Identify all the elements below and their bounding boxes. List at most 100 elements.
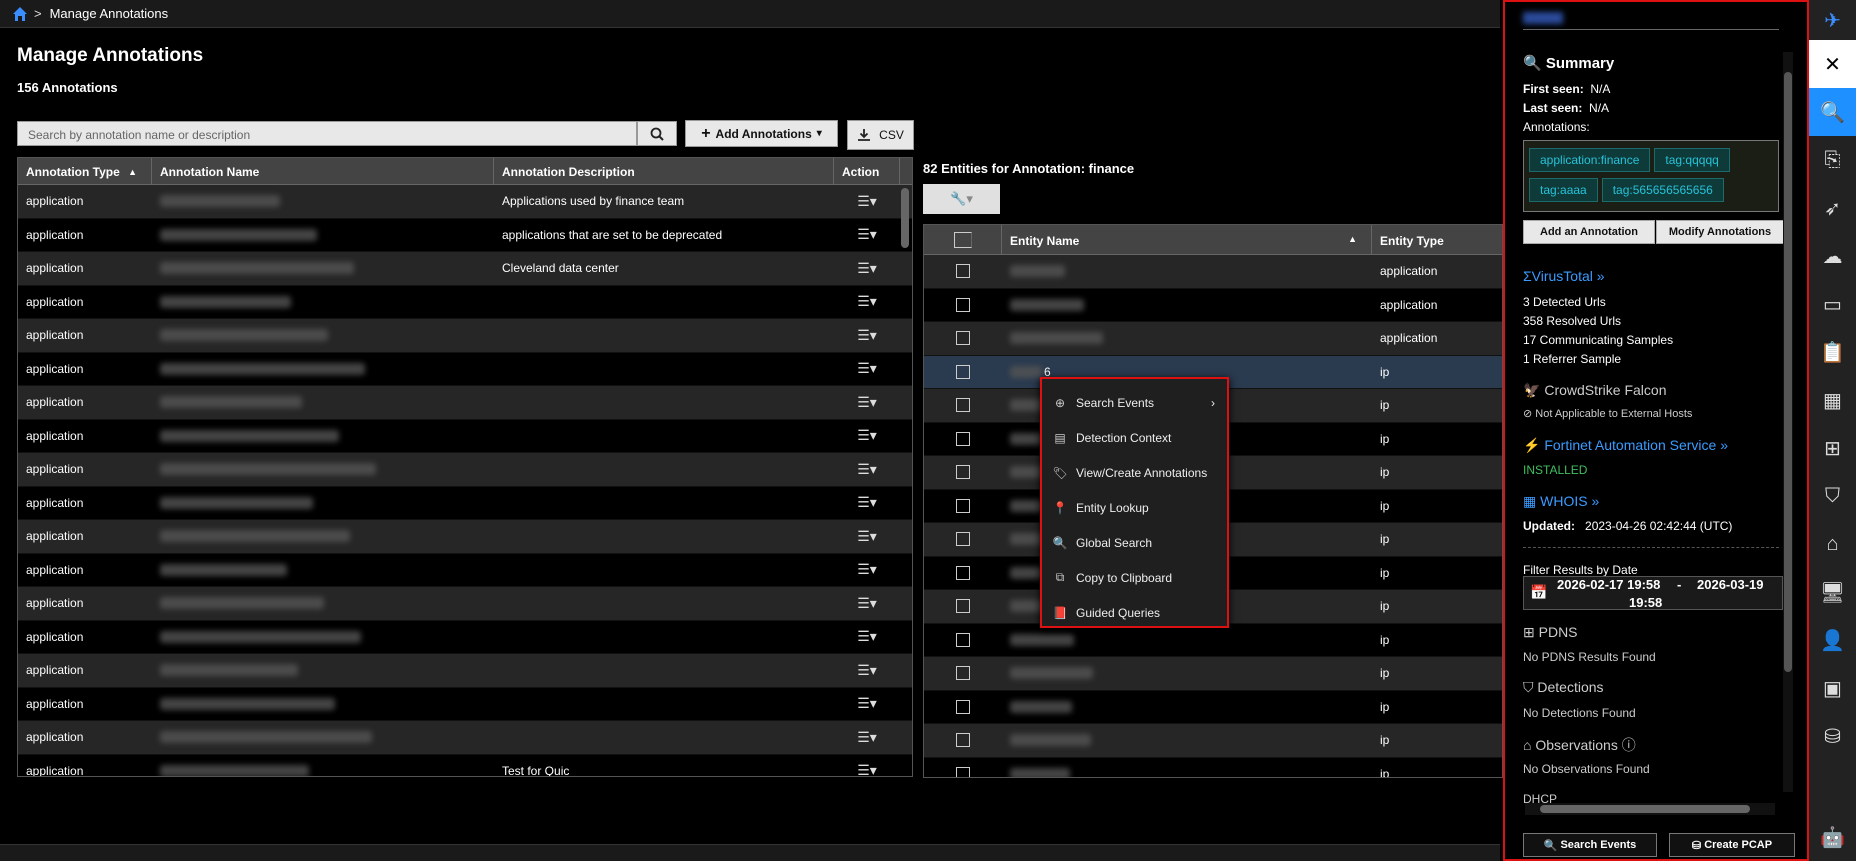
entity-row[interactable]: application (924, 322, 1502, 356)
entity-row[interactable]: ip (924, 690, 1502, 724)
table-row[interactable]: application ☰▾ (18, 319, 912, 353)
annotation-name-cell[interactable] (152, 429, 494, 442)
entity-name-cell[interactable] (1002, 667, 1372, 680)
shield-icon[interactable]: ⛉ (1809, 472, 1856, 520)
pin-off-icon[interactable]: ✈ (1809, 0, 1856, 40)
annotation-name-cell[interactable] (152, 530, 494, 543)
panel-vertical-scrollbar[interactable] (1783, 52, 1793, 792)
info-icon[interactable]: ⓘ (1622, 737, 1636, 753)
menu-item-search-events[interactable]: ⊕ Search Events › (1042, 385, 1227, 420)
action-menu-cell[interactable]: ☰▾ (834, 260, 900, 277)
action-menu-cell[interactable]: ☰▾ (834, 360, 900, 377)
cloud-gear-icon[interactable]: ☁ (1809, 232, 1856, 280)
cast-icon[interactable]: ⎘ (1809, 136, 1856, 184)
home-icon[interactable] (12, 6, 28, 22)
row-checkbox[interactable] (956, 599, 970, 614)
action-menu-icon[interactable]: ☰▾ (857, 461, 877, 478)
action-menu-cell[interactable]: ☰▾ (834, 561, 900, 578)
table-row[interactable]: application Applications used by finance … (18, 185, 912, 219)
table-row[interactable]: application Test for Quic ☰▾ (18, 754, 912, 776)
search-events-button[interactable]: 🔍 Search Events (1523, 833, 1657, 857)
menu-item-detection-context[interactable]: ▤ Detection Context (1042, 420, 1227, 455)
tag-chip[interactable]: tag:qqqqq (1654, 148, 1730, 172)
storage-icon[interactable]: ⛁ (1809, 712, 1856, 760)
action-menu-cell[interactable]: ☰▾ (834, 628, 900, 645)
action-menu-cell[interactable]: ☰▾ (834, 293, 900, 310)
table-row[interactable]: application ☰▾ (18, 419, 912, 453)
row-checkbox[interactable] (956, 699, 970, 714)
add-annotation-button[interactable]: Add an Annotation (1523, 220, 1655, 244)
header-entity-name[interactable]: Entity Name ▲ (1002, 225, 1372, 254)
action-menu-cell[interactable]: ☰▾ (834, 695, 900, 712)
entity-row[interactable]: application (924, 255, 1502, 289)
entity-name-cell[interactable] (1002, 265, 1372, 278)
row-checkbox[interactable] (956, 532, 970, 547)
annotation-name-cell[interactable] (152, 563, 494, 576)
annotation-name-cell[interactable] (152, 731, 494, 744)
date-range-picker[interactable]: 📅 2026-02-17 19:58 - 2026-03-19 19:58 (1523, 576, 1783, 610)
close-icon[interactable]: ✕ (1809, 40, 1856, 88)
action-menu-cell[interactable]: ☰▾ (834, 427, 900, 444)
network-icon[interactable]: ⊞ (1809, 424, 1856, 472)
row-checkbox[interactable] (956, 431, 970, 446)
action-menu-icon[interactable]: ☰▾ (857, 628, 877, 645)
panel-horizontal-scrollbar[interactable] (1525, 803, 1775, 815)
action-menu-cell[interactable]: ☰▾ (834, 528, 900, 545)
header-entity-type[interactable]: Entity Type (1372, 225, 1502, 254)
row-checkbox[interactable] (956, 297, 970, 312)
tag-chip[interactable]: application:finance (1529, 148, 1651, 172)
tag-chip[interactable]: tag:565656565656 (1601, 178, 1724, 202)
menu-item-global-search[interactable]: 🔍 Global Search (1042, 525, 1227, 560)
row-checkbox[interactable] (956, 331, 970, 346)
action-menu-icon[interactable]: ☰▾ (857, 561, 877, 578)
annotation-name-cell[interactable] (152, 697, 494, 710)
annotation-name-cell[interactable] (152, 295, 494, 308)
row-checkbox[interactable] (956, 364, 970, 379)
entity-row[interactable]: ip (924, 724, 1502, 758)
table-row[interactable]: application ☰▾ (18, 654, 912, 688)
table-row[interactable]: application ☰▾ (18, 285, 912, 319)
row-checkbox[interactable] (956, 565, 970, 580)
action-menu-icon[interactable]: ☰▾ (857, 528, 877, 545)
table-row[interactable]: application ☰▾ (18, 386, 912, 420)
action-menu-icon[interactable]: ☰▾ (857, 226, 877, 243)
action-menu-cell[interactable]: ☰▾ (834, 494, 900, 511)
entity-name-cell[interactable] (1002, 633, 1372, 646)
table-row[interactable]: application ☰▾ (18, 352, 912, 386)
observatory-icon[interactable]: ⌂ (1809, 520, 1856, 568)
header-annotation-description[interactable]: Annotation Description (494, 158, 834, 184)
monitor-icon[interactable]: ▭ (1809, 280, 1856, 328)
annotation-name-cell[interactable] (152, 664, 494, 677)
row-checkbox[interactable] (956, 398, 970, 413)
row-checkbox[interactable] (956, 632, 970, 647)
falcon-icon[interactable]: ➶ (1809, 184, 1856, 232)
annotation-name-cell[interactable] (152, 195, 494, 208)
csv-export-button[interactable]: CSV (847, 120, 914, 150)
select-all-checkbox[interactable] (953, 232, 972, 248)
user-icon[interactable]: 👤 (1809, 616, 1856, 664)
row-checkbox[interactable] (956, 498, 970, 513)
annotation-name-cell[interactable] (152, 764, 494, 776)
entity-name-cell[interactable] (1002, 734, 1372, 747)
entity-name-cell[interactable] (1002, 332, 1372, 345)
action-menu-cell[interactable]: ☰▾ (834, 662, 900, 679)
action-menu-cell[interactable]: ☰▾ (834, 193, 900, 210)
table-row[interactable]: application ☰▾ (18, 553, 912, 587)
action-menu-cell[interactable]: ☰▾ (834, 595, 900, 612)
annotation-name-cell[interactable] (152, 463, 494, 476)
table-scrollbar[interactable] (901, 188, 909, 248)
search-input[interactable]: Search by annotation name or description (17, 121, 637, 146)
menu-item-copy-to-clipboard[interactable]: ⧉ Copy to Clipboard (1042, 560, 1227, 595)
table-row[interactable]: application ☰▾ (18, 620, 912, 654)
action-menu-icon[interactable]: ☰▾ (857, 762, 877, 776)
table-row[interactable]: application ☰▾ (18, 486, 912, 520)
annotation-name-cell[interactable] (152, 496, 494, 509)
virustotal-link[interactable]: ΣVirusTotal » (1523, 268, 1605, 284)
menu-item-entity-lookup[interactable]: 📍 Entity Lookup (1042, 490, 1227, 525)
action-menu-icon[interactable]: ☰▾ (857, 662, 877, 679)
entity-row[interactable]: ip (924, 757, 1502, 777)
entity-name-cell[interactable] (1002, 700, 1372, 713)
action-menu-cell[interactable]: ☰▾ (834, 394, 900, 411)
desktop-icon[interactable]: 🖥 (1809, 568, 1856, 616)
create-pcap-button[interactable]: ⛁ Create PCAP (1669, 833, 1795, 857)
